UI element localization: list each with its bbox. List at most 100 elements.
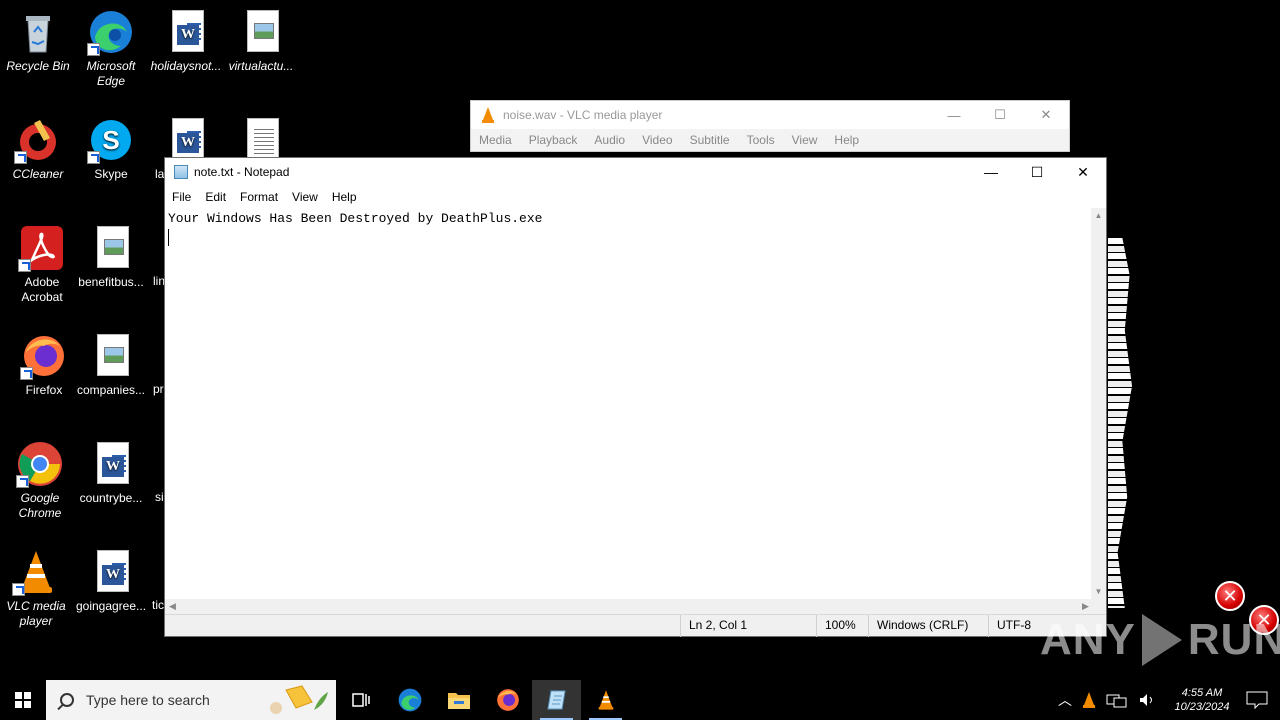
volume-icon[interactable]: [1138, 692, 1156, 708]
desktop: Recycle Bin CCleaner Adobe Acrobat Firef…: [0, 0, 1280, 720]
status-zoom: 100%: [816, 615, 868, 637]
vertical-scrollbar[interactable]: ▲ ▼: [1091, 208, 1106, 599]
text-editor[interactable]: Your Windows Has Been Destroyed by Death…: [165, 208, 1093, 599]
scroll-left-icon[interactable]: ◀: [165, 599, 180, 614]
error-icon: ✕: [1215, 581, 1245, 611]
shortcut-arrow-icon: [18, 259, 31, 272]
vlc-icon: [482, 107, 494, 123]
taskbar-vlc-button[interactable]: [581, 680, 630, 720]
desktop-icon-label: Recycle Bin: [6, 59, 70, 73]
desktop-icon-vlc[interactable]: VLC media player: [0, 548, 74, 629]
taskbar: Type here to search ︿ 4:55 AM 10/23/2024: [0, 680, 1280, 720]
desktop-icon-adobe-acrobat[interactable]: Adobe Acrobat: [4, 224, 80, 305]
notepad-window[interactable]: note.txt - Notepad — ☐ ✕ File Edit Forma…: [164, 157, 1107, 637]
vlc-icon: [12, 548, 60, 596]
menu-format[interactable]: Format: [233, 190, 285, 204]
file-explorer-icon: [447, 693, 470, 709]
recycle-bin-icon: [14, 8, 62, 56]
shortcut-arrow-icon: [16, 475, 29, 488]
scroll-down-icon[interactable]: ▼: [1091, 584, 1106, 599]
firefox-icon: [20, 332, 68, 380]
menu-edit[interactable]: Edit: [198, 190, 233, 204]
vlc-menu-help[interactable]: Help: [826, 133, 868, 147]
minimize-button[interactable]: —: [931, 101, 977, 129]
desktop-icon-label: holidaysnot...: [150, 59, 222, 73]
maximize-button[interactable]: ☐: [977, 101, 1023, 129]
vlc-menu-subtitle[interactable]: Subtitle: [682, 133, 739, 147]
vlc-menubar: Media Playback Audio Video Subtitle Tool…: [471, 129, 1069, 151]
desktop-icon-label: goingagree...: [75, 599, 147, 613]
screen-glitch-artifact: [1108, 238, 1132, 608]
chrome-icon: [16, 440, 64, 488]
desktop-icon-label: countrybe...: [79, 491, 143, 505]
vlc-menu-audio[interactable]: Audio: [586, 133, 634, 147]
image-file-icon: [87, 224, 135, 272]
taskbar-firefox-button[interactable]: [483, 680, 532, 720]
svg-text:S: S: [102, 125, 119, 155]
menu-view[interactable]: View: [285, 190, 325, 204]
text-line: Your Windows Has Been Destroyed by Death…: [168, 211, 543, 226]
scrollbar-corner: [1091, 599, 1106, 614]
taskbar-notepad-button[interactable]: [532, 680, 581, 720]
watermark-right: RUN: [1187, 615, 1280, 664]
close-button[interactable]: ✕: [1060, 158, 1106, 186]
close-button[interactable]: ✕: [1023, 101, 1069, 129]
desktop-icon-firefox[interactable]: Firefox: [6, 332, 82, 398]
vlc-menu-view[interactable]: View: [784, 133, 827, 147]
status-bar: Ln 2, Col 1 100% Windows (CRLF) UTF-8: [165, 614, 1106, 637]
desktop-icon-label: CCleaner: [12, 167, 64, 181]
menu-help[interactable]: Help: [325, 190, 364, 204]
horizontal-scrollbar[interactable]: ◀ ▶: [165, 599, 1093, 614]
vlc-titlebar[interactable]: noise.wav - VLC media player — ☐ ✕: [471, 101, 1069, 129]
vlc-window[interactable]: noise.wav - VLC media player — ☐ ✕ Media…: [470, 100, 1070, 152]
taskbar-edge-button[interactable]: [385, 680, 434, 720]
desktop-icon-label: Google Chrome: [18, 491, 62, 520]
search-highlight-illustration-icon: [270, 685, 328, 714]
shortcut-arrow-icon: [87, 151, 100, 164]
notepad-icon: [546, 690, 566, 710]
desktop-icon-skype[interactable]: S Skype: [73, 116, 149, 182]
notifications-icon[interactable]: [1246, 691, 1268, 709]
text-caret: [168, 229, 169, 246]
minimize-button[interactable]: —: [968, 158, 1014, 186]
clock[interactable]: 4:55 AM 10/23/2024: [1162, 686, 1242, 714]
taskbar-search-box[interactable]: Type here to search: [46, 680, 336, 720]
firefox-icon: [496, 689, 519, 711]
skype-icon: S: [87, 116, 135, 164]
network-icon[interactable]: [1106, 692, 1128, 708]
taskbar-file-explorer-button[interactable]: [434, 680, 483, 720]
task-view-button[interactable]: [336, 680, 385, 720]
desktop-icon-countrybe[interactable]: W countrybe...: [73, 440, 149, 506]
vlc-menu-tools[interactable]: Tools: [739, 133, 784, 147]
desktop-icon-holidaysnot[interactable]: W holidaysnot...: [148, 8, 224, 74]
play-triangle-icon: [1141, 614, 1182, 666]
vlc-menu-media[interactable]: Media: [471, 133, 521, 147]
vlc-menu-playback[interactable]: Playback: [521, 133, 587, 147]
menu-file[interactable]: File: [165, 190, 198, 204]
desktop-icon-ccleaner[interactable]: CCleaner: [0, 116, 76, 182]
vlc-tray-icon[interactable]: [1082, 692, 1096, 708]
windows-logo-icon: [15, 692, 31, 708]
desktop-icon-companies[interactable]: companies...: [73, 332, 149, 398]
shortcut-arrow-icon: [20, 367, 33, 380]
notepad-titlebar[interactable]: note.txt - Notepad — ☐ ✕: [165, 158, 1106, 186]
chevron-up-icon[interactable]: ︿: [1054, 690, 1076, 710]
desktop-icon-recycle-bin[interactable]: Recycle Bin: [0, 8, 76, 74]
maximize-button[interactable]: ☐: [1014, 158, 1060, 186]
desktop-icon-label-partial: pr: [153, 382, 164, 396]
desktop-icon-label: benefitbus...: [78, 275, 144, 289]
task-view-icon: [351, 693, 370, 707]
desktop-icon-label: companies...: [76, 383, 146, 397]
desktop-icon-label: Microsoft Edge: [86, 59, 136, 88]
desktop-icon-goingagree[interactable]: W goingagree...: [73, 548, 149, 614]
desktop-icon-google-chrome[interactable]: Google Chrome: [2, 440, 78, 521]
shortcut-arrow-icon: [87, 43, 100, 56]
desktop-icon-benefitbus[interactable]: benefitbus...: [73, 224, 149, 290]
vlc-menu-video[interactable]: Video: [634, 133, 681, 147]
scroll-up-icon[interactable]: ▲: [1091, 208, 1106, 223]
notepad-title: note.txt - Notepad: [194, 165, 290, 179]
desktop-icon-microsoft-edge[interactable]: Microsoft Edge: [73, 8, 149, 89]
start-button[interactable]: [0, 680, 46, 720]
edge-icon: [87, 8, 135, 56]
desktop-icon-virtualactu[interactable]: virtualactu...: [223, 8, 299, 74]
